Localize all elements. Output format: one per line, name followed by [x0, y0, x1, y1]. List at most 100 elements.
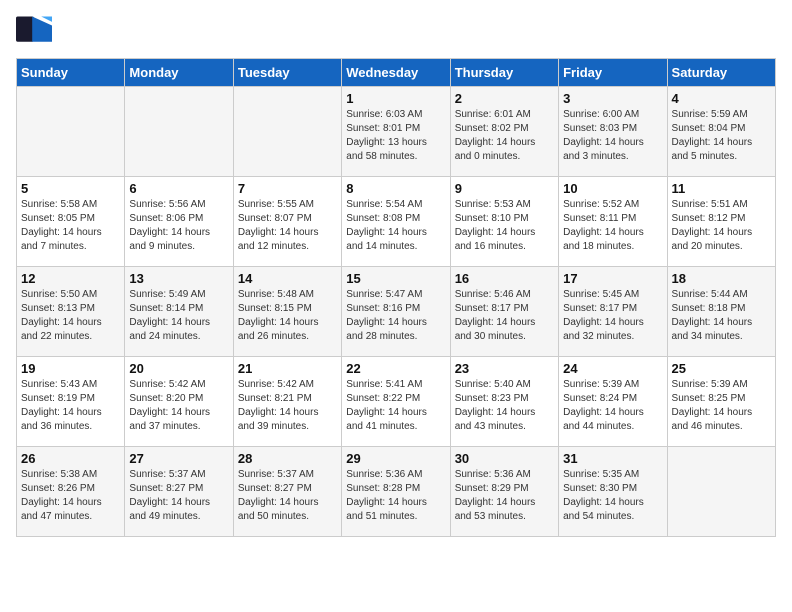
- cell-content: Sunrise: 6:00 AM Sunset: 8:03 PM Dayligh…: [563, 108, 662, 164]
- cell-content: Sunrise: 5:53 AM Sunset: 8:10 PM Dayligh…: [455, 198, 554, 254]
- cell-content: Sunrise: 5:52 AM Sunset: 8:11 PM Dayligh…: [563, 198, 662, 254]
- calendar-week-row: 19Sunrise: 5:43 AM Sunset: 8:19 PM Dayli…: [17, 357, 776, 447]
- header-tuesday: Tuesday: [233, 59, 341, 87]
- day-number: 16: [455, 271, 554, 286]
- cell-content: Sunrise: 5:36 AM Sunset: 8:28 PM Dayligh…: [346, 468, 445, 524]
- calendar-cell: 13 Sunrise: 5:49 AM Sunset: 8:14 PM Dayli…: [125, 267, 233, 357]
- day-number: 26: [21, 451, 120, 466]
- header-friday: Friday: [559, 59, 667, 87]
- cell-content: Sunrise: 5:46 AM Sunset: 8:17 PM Dayligh…: [455, 288, 554, 344]
- calendar-cell: 8 Sunrise: 5:54 AM Sunset: 8:08 PM Daylig…: [342, 177, 450, 267]
- day-number: 2: [455, 91, 554, 106]
- day-number: 19: [21, 361, 120, 376]
- day-number: 20: [129, 361, 228, 376]
- calendar-cell: 4 Sunrise: 5:59 AM Sunset: 8:04 PM Daylig…: [667, 87, 775, 177]
- day-number: 12: [21, 271, 120, 286]
- calendar-cell: [125, 87, 233, 177]
- cell-content: Sunrise: 5:36 AM Sunset: 8:29 PM Dayligh…: [455, 468, 554, 524]
- cell-content: Sunrise: 5:45 AM Sunset: 8:17 PM Dayligh…: [563, 288, 662, 344]
- calendar-cell: 27 Sunrise: 5:37 AM Sunset: 8:27 PM Dayli…: [125, 447, 233, 537]
- calendar-cell: 17 Sunrise: 5:45 AM Sunset: 8:17 PM Dayli…: [559, 267, 667, 357]
- day-number: 15: [346, 271, 445, 286]
- calendar-cell: 26 Sunrise: 5:38 AM Sunset: 8:26 PM Dayli…: [17, 447, 125, 537]
- calendar-cell: 31Sunrise: 5:35 AM Sunset: 8:30 PM Dayli…: [559, 447, 667, 537]
- calendar-cell: 10 Sunrise: 5:52 AM Sunset: 8:11 PM Dayli…: [559, 177, 667, 267]
- calendar-cell: 7Sunrise: 5:55 AM Sunset: 8:07 PM Daylig…: [233, 177, 341, 267]
- day-number: 1: [346, 91, 445, 106]
- day-number: 30: [455, 451, 554, 466]
- day-number: 13: [129, 271, 228, 286]
- calendar-cell: 19Sunrise: 5:43 AM Sunset: 8:19 PM Dayli…: [17, 357, 125, 447]
- cell-content: Sunrise: 5:42 AM Sunset: 8:21 PM Dayligh…: [238, 378, 337, 434]
- day-number: 8: [346, 181, 445, 196]
- calendar-cell: 15 Sunrise: 5:47 AM Sunset: 8:16 PM Dayli…: [342, 267, 450, 357]
- calendar-cell: 3 Sunrise: 6:00 AM Sunset: 8:03 PM Daylig…: [559, 87, 667, 177]
- day-number: 29: [346, 451, 445, 466]
- calendar-cell: 9 Sunrise: 5:53 AM Sunset: 8:10 PM Daylig…: [450, 177, 558, 267]
- calendar-week-row: 5 Sunrise: 5:58 AM Sunset: 8:05 PM Daylig…: [17, 177, 776, 267]
- cell-content: Sunrise: 5:37 AM Sunset: 8:27 PM Dayligh…: [238, 468, 337, 524]
- day-number: 21: [238, 361, 337, 376]
- header-saturday: Saturday: [667, 59, 775, 87]
- cell-content: Sunrise: 5:50 AM Sunset: 8:13 PM Dayligh…: [21, 288, 120, 344]
- calendar-cell: 21 Sunrise: 5:42 AM Sunset: 8:21 PM Dayli…: [233, 357, 341, 447]
- cell-content: Sunrise: 5:40 AM Sunset: 8:23 PM Dayligh…: [455, 378, 554, 434]
- day-number: 11: [672, 181, 771, 196]
- calendar-header-row: SundayMondayTuesdayWednesdayThursdayFrid…: [17, 59, 776, 87]
- logo: [16, 16, 56, 46]
- day-number: 27: [129, 451, 228, 466]
- day-number: 17: [563, 271, 662, 286]
- logo-icon: [16, 16, 52, 44]
- cell-content: Sunrise: 5:49 AM Sunset: 8:14 PM Dayligh…: [129, 288, 228, 344]
- calendar-cell: [17, 87, 125, 177]
- calendar-cell: 22 Sunrise: 5:41 AM Sunset: 8:22 PM Dayli…: [342, 357, 450, 447]
- calendar-cell: [233, 87, 341, 177]
- day-number: 14: [238, 271, 337, 286]
- header-wednesday: Wednesday: [342, 59, 450, 87]
- cell-content: Sunrise: 5:56 AM Sunset: 8:06 PM Dayligh…: [129, 198, 228, 254]
- cell-content: Sunrise: 5:39 AM Sunset: 8:24 PM Dayligh…: [563, 378, 662, 434]
- day-number: 10: [563, 181, 662, 196]
- day-number: 28: [238, 451, 337, 466]
- calendar-cell: 16 Sunrise: 5:46 AM Sunset: 8:17 PM Dayli…: [450, 267, 558, 357]
- day-number: 4: [672, 91, 771, 106]
- day-number: 3: [563, 91, 662, 106]
- cell-content: Sunrise: 5:48 AM Sunset: 8:15 PM Dayligh…: [238, 288, 337, 344]
- cell-content: Sunrise: 5:35 AM Sunset: 8:30 PM Dayligh…: [563, 468, 662, 524]
- day-number: 24: [563, 361, 662, 376]
- calendar-cell: 23 Sunrise: 5:40 AM Sunset: 8:23 PM Dayli…: [450, 357, 558, 447]
- header-thursday: Thursday: [450, 59, 558, 87]
- cell-content: Sunrise: 5:38 AM Sunset: 8:26 PM Dayligh…: [21, 468, 120, 524]
- cell-content: Sunrise: 5:37 AM Sunset: 8:27 PM Dayligh…: [129, 468, 228, 524]
- calendar-table: SundayMondayTuesdayWednesdayThursdayFrid…: [16, 58, 776, 537]
- cell-content: Sunrise: 5:47 AM Sunset: 8:16 PM Dayligh…: [346, 288, 445, 344]
- calendar-cell: 11 Sunrise: 5:51 AM Sunset: 8:12 PM Dayli…: [667, 177, 775, 267]
- calendar-cell: 6 Sunrise: 5:56 AM Sunset: 8:06 PM Daylig…: [125, 177, 233, 267]
- calendar-week-row: 12 Sunrise: 5:50 AM Sunset: 8:13 PM Dayli…: [17, 267, 776, 357]
- calendar-cell: 2Sunrise: 6:01 AM Sunset: 8:02 PM Daylig…: [450, 87, 558, 177]
- cell-content: Sunrise: 5:58 AM Sunset: 8:05 PM Dayligh…: [21, 198, 120, 254]
- day-number: 5: [21, 181, 120, 196]
- day-number: 9: [455, 181, 554, 196]
- calendar-cell: [667, 447, 775, 537]
- calendar-cell: 1Sunrise: 6:03 AM Sunset: 8:01 PM Daylig…: [342, 87, 450, 177]
- calendar-cell: 30 Sunrise: 5:36 AM Sunset: 8:29 PM Dayli…: [450, 447, 558, 537]
- calendar-week-row: 1Sunrise: 6:03 AM Sunset: 8:01 PM Daylig…: [17, 87, 776, 177]
- cell-content: Sunrise: 5:44 AM Sunset: 8:18 PM Dayligh…: [672, 288, 771, 344]
- calendar-cell: 24 Sunrise: 5:39 AM Sunset: 8:24 PM Dayli…: [559, 357, 667, 447]
- calendar-cell: 5 Sunrise: 5:58 AM Sunset: 8:05 PM Daylig…: [17, 177, 125, 267]
- calendar-cell: 18 Sunrise: 5:44 AM Sunset: 8:18 PM Dayli…: [667, 267, 775, 357]
- calendar-cell: 25Sunrise: 5:39 AM Sunset: 8:25 PM Dayli…: [667, 357, 775, 447]
- cell-content: Sunrise: 5:59 AM Sunset: 8:04 PM Dayligh…: [672, 108, 771, 164]
- cell-content: Sunrise: 5:51 AM Sunset: 8:12 PM Dayligh…: [672, 198, 771, 254]
- day-number: 23: [455, 361, 554, 376]
- day-number: 22: [346, 361, 445, 376]
- calendar-cell: 28 Sunrise: 5:37 AM Sunset: 8:27 PM Dayli…: [233, 447, 341, 537]
- day-number: 18: [672, 271, 771, 286]
- page-header: [16, 16, 776, 46]
- calendar-cell: 14 Sunrise: 5:48 AM Sunset: 8:15 PM Dayli…: [233, 267, 341, 357]
- header-monday: Monday: [125, 59, 233, 87]
- day-number: 6: [129, 181, 228, 196]
- cell-content: Sunrise: 5:54 AM Sunset: 8:08 PM Dayligh…: [346, 198, 445, 254]
- cell-content: Sunrise: 5:41 AM Sunset: 8:22 PM Dayligh…: [346, 378, 445, 434]
